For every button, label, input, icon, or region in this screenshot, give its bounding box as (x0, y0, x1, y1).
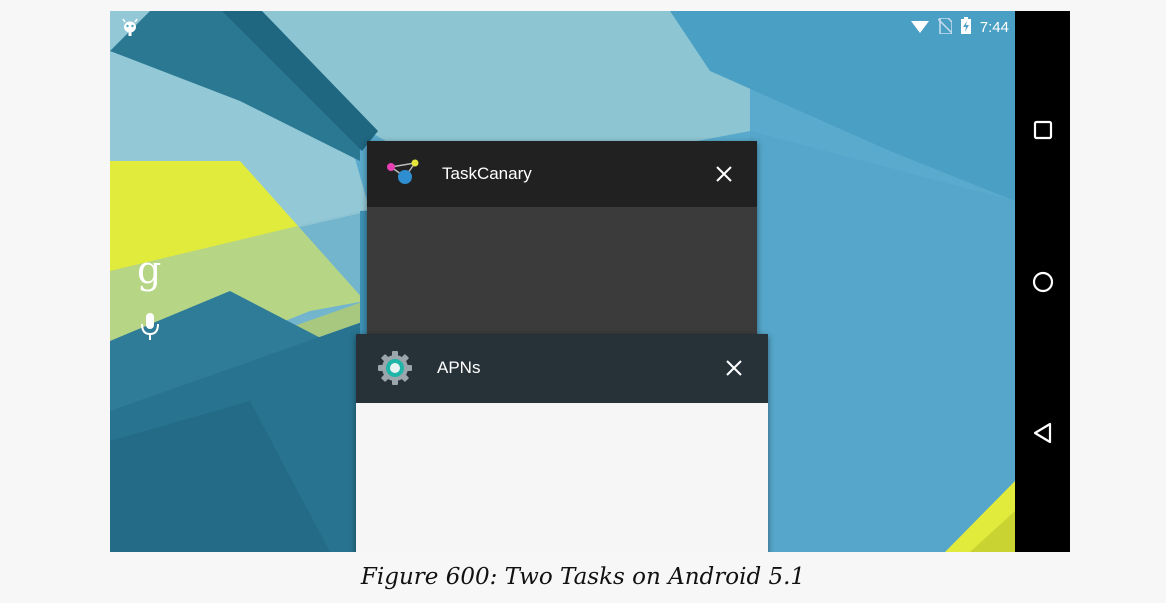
status-icons: 7:44 (910, 16, 1009, 38)
navigation-bar (1015, 11, 1070, 552)
task-title: APNs (437, 358, 481, 377)
back-triangle-icon[interactable] (1029, 419, 1057, 447)
home-circle-icon[interactable] (1029, 268, 1057, 296)
microphone-icon[interactable] (140, 313, 160, 345)
close-icon[interactable] (721, 355, 747, 381)
taskcanary-app-icon (385, 159, 421, 193)
device-screen: 7:44 g TaskCanary APNs (110, 11, 1070, 552)
android-debug-icon (120, 17, 140, 41)
task-title: TaskCanary (442, 164, 532, 183)
figure-caption: Figure 600: Two Tasks on Android 5.1 (360, 564, 806, 590)
status-bar: 7:44 (110, 11, 1015, 43)
close-icon[interactable] (711, 161, 737, 187)
clock: 7:44 (979, 19, 1009, 36)
recents-square-icon[interactable] (1029, 116, 1057, 144)
wifi-icon (910, 18, 929, 37)
battery-charging-icon (960, 17, 971, 38)
recent-task-card-taskcanary[interactable]: TaskCanary (367, 141, 757, 341)
task-header[interactable]: APNs (356, 334, 768, 403)
settings-gear-icon (376, 349, 414, 391)
task-header[interactable]: TaskCanary (367, 141, 757, 207)
no-sim-icon (937, 16, 953, 38)
google-g-icon[interactable]: g (137, 251, 161, 289)
recent-task-card-apns[interactable]: APNs (356, 334, 768, 552)
